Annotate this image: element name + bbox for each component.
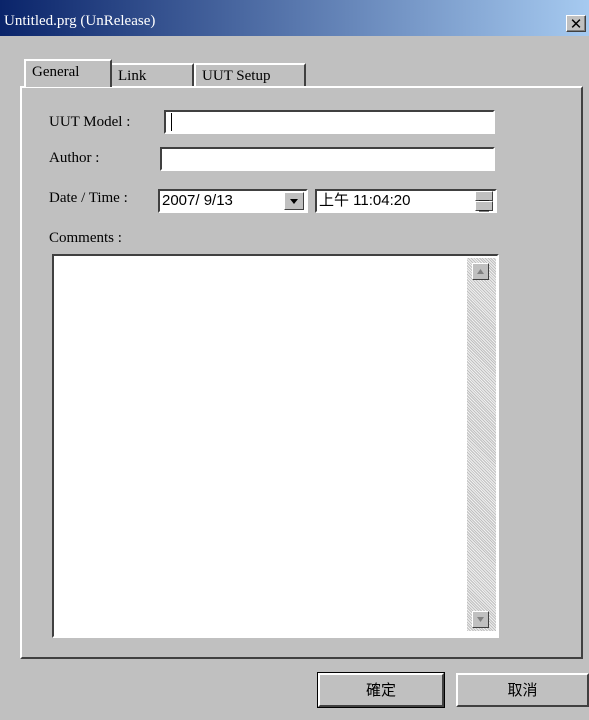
uut-model-input[interactable] [164,110,495,134]
arrow-down-icon [479,210,489,212]
time-spinner[interactable]: 上午 11:04:20 [315,189,497,213]
comments-scrollbar[interactable] [467,258,496,631]
date-value: 2007/ 9/13 [162,192,233,209]
text-caret [171,113,172,131]
close-icon[interactable]: ✕ [566,15,586,32]
window-title: Untitled.prg (UnRelease) [4,13,156,29]
tab-general[interactable]: General [24,59,112,87]
time-value: 上午 11:04:20 [319,192,411,209]
time-spin-up-button[interactable] [475,191,493,202]
tab-uut-setup[interactable]: UUT Setup [194,63,306,88]
dialog-window: Untitled.prg (UnRelease) ✕ General Link … [0,0,589,720]
date-picker[interactable]: 2007/ 9/13 [158,189,308,213]
scroll-down-button[interactable] [472,611,489,628]
tab-link[interactable]: Link [112,63,194,88]
date-dropdown-button[interactable] [284,192,304,210]
time-spin-down-button[interactable] [475,201,493,212]
scroll-down-arrow-icon [477,617,484,622]
title-bar[interactable]: Untitled.prg (UnRelease) ✕ [0,0,589,36]
comments-textarea[interactable] [52,254,499,638]
tab-uut-setup-label: UUT Setup [202,68,271,84]
ok-button[interactable]: 確定 [317,672,445,708]
author-input[interactable] [160,147,495,171]
scroll-up-button[interactable] [472,263,489,280]
tab-link-label: Link [118,68,147,84]
scroll-up-arrow-icon [477,269,484,274]
cancel-button[interactable]: 取消 [456,673,589,707]
chevron-down-icon [290,199,298,204]
tab-general-label: General [32,64,80,80]
